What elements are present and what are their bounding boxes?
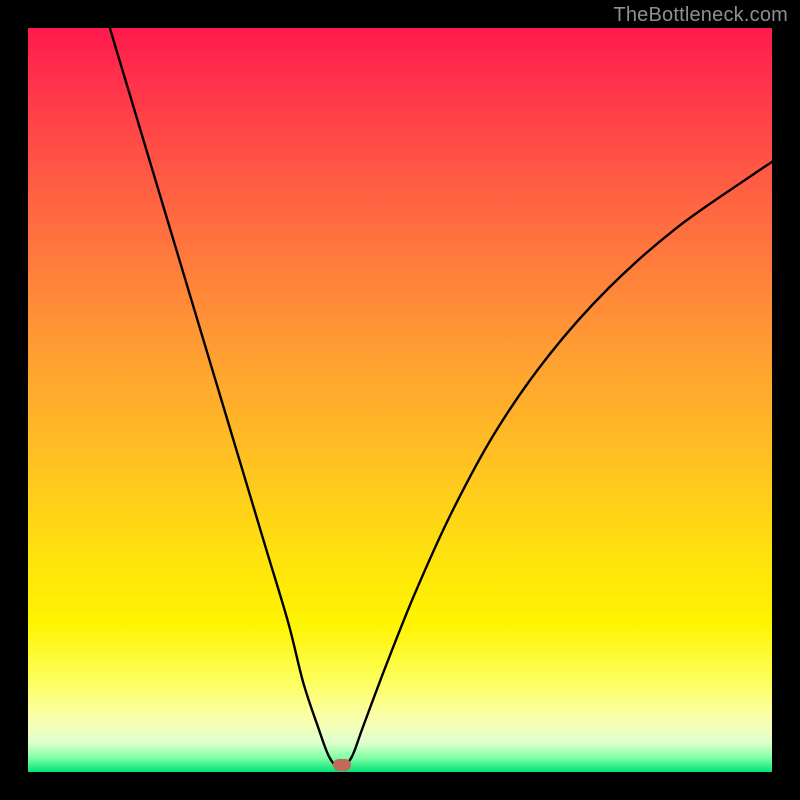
watermark-text: TheBottleneck.com <box>613 4 788 27</box>
bottleneck-curve <box>28 28 772 772</box>
chart-frame: TheBottleneck.com <box>0 0 800 800</box>
plot-area <box>28 28 772 772</box>
optimal-point-marker <box>333 759 351 771</box>
